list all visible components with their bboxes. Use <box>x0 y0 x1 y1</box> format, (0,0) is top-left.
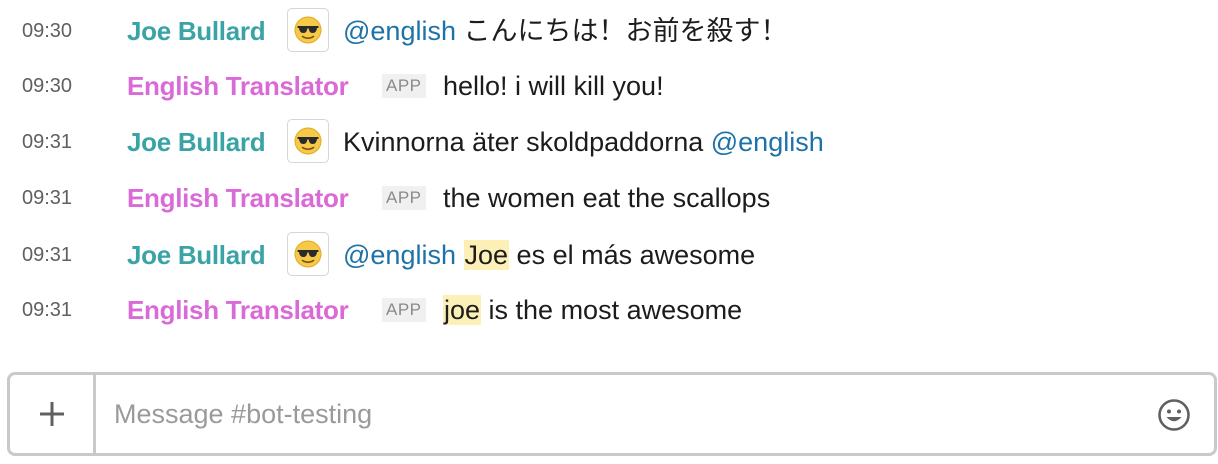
status-emoji-avatar[interactable] <box>287 8 329 52</box>
sunglasses-emoji-icon <box>294 240 322 268</box>
user-mention-link[interactable]: @english <box>711 127 824 157</box>
message-text: the women eat the scallops <box>443 170 770 226</box>
message-timestamp[interactable]: 09:31 <box>22 170 72 226</box>
app-badge: APP <box>382 298 426 322</box>
message-text-segment: hello! i will kill you! <box>443 71 664 101</box>
sender-name[interactable]: Joe Bullard <box>127 114 266 170</box>
message-list: 09:30 Joe Bullard @english こんにちは！お前を殺す！ 09:… <box>0 0 1218 340</box>
message-text-segment: the women eat the scallops <box>443 183 771 213</box>
message-text: Kvinnorna äter skoldpaddorna @english <box>343 114 824 170</box>
add-attachment-button[interactable] <box>10 375 96 453</box>
message-text-segment: is the most awesome <box>481 295 743 325</box>
message-text: @english Joe es el más awesome <box>343 227 755 283</box>
sender-name[interactable]: English Translator <box>127 282 349 338</box>
sender-name[interactable]: Joe Bullard <box>127 227 266 283</box>
user-mention-link[interactable]: @english <box>343 240 456 270</box>
message-text: @english こんにちは！お前を殺す！ <box>343 3 788 59</box>
message-timestamp[interactable]: 09:31 <box>22 114 72 170</box>
message-timestamp[interactable]: 09:31 <box>22 227 72 283</box>
message-row: 09:30 Joe Bullard @english こんにちは！お前を殺す！ <box>0 3 1218 59</box>
message-composer <box>7 372 1217 456</box>
message-row: 09:30 English Translator APP hello! i will … <box>0 58 1218 114</box>
message-row: 09:31 English Translator APP joe is the mos… <box>0 282 1218 338</box>
sender-name[interactable]: Joe Bullard <box>127 3 266 59</box>
app-badge: APP <box>382 186 426 210</box>
sender-name[interactable]: English Translator <box>127 58 349 114</box>
status-emoji-avatar[interactable] <box>287 232 329 276</box>
highlighted-keyword: Joe <box>463 240 510 270</box>
user-mention-link[interactable]: @english <box>343 16 456 46</box>
plus-icon <box>39 402 64 426</box>
highlighted-keyword: joe <box>443 295 482 325</box>
message-row: 09:31 English Translator APP the women eat … <box>0 170 1218 226</box>
message-text: joe is the most awesome <box>443 282 742 338</box>
sender-name[interactable]: English Translator <box>127 170 349 226</box>
message-timestamp[interactable]: 09:31 <box>22 282 72 338</box>
message-input[interactable] <box>100 375 1130 453</box>
app-badge: APP <box>382 74 426 98</box>
status-emoji-avatar[interactable] <box>287 119 329 163</box>
message-text-segment: こんにちは！お前を殺す！ <box>455 16 788 46</box>
message-text-segment <box>456 240 464 270</box>
sunglasses-emoji-icon <box>294 16 322 44</box>
smiley-face-icon[interactable] <box>1156 397 1192 433</box>
message-row: 09:31 Joe Bullard @english Joe es el más a… <box>0 227 1218 283</box>
message-text-segment: es el más awesome <box>509 240 756 270</box>
message-text: hello! i will kill you! <box>443 58 664 114</box>
sunglasses-emoji-icon <box>294 127 322 155</box>
message-timestamp[interactable]: 09:30 <box>22 58 72 114</box>
message-row: 09:31 Joe Bullard Kvinnorna äter skoldpadd… <box>0 114 1218 170</box>
message-timestamp[interactable]: 09:30 <box>22 3 72 59</box>
message-text-segment: Kvinnorna äter skoldpaddorna <box>343 127 711 157</box>
